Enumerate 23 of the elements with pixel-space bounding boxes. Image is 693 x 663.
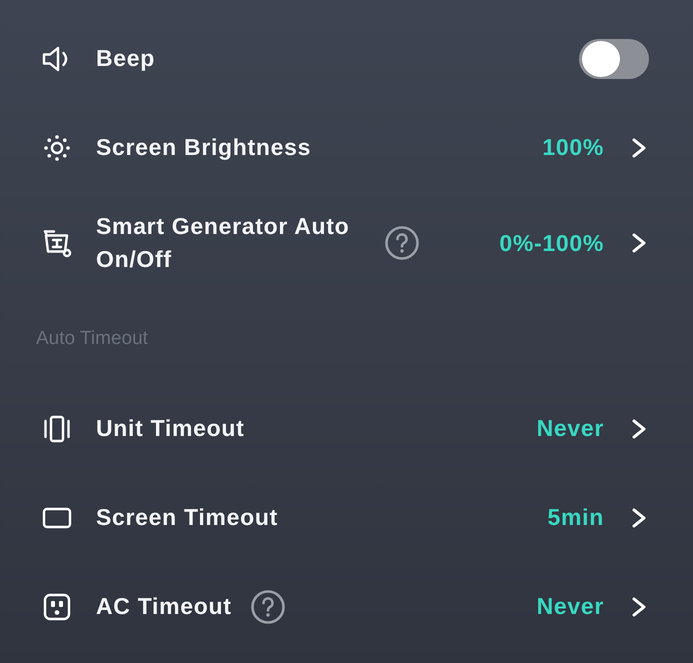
chevron-right-icon[interactable] [631,136,647,158]
setting-value: 5min [548,503,604,532]
setting-label: Screen Brightness [96,133,312,162]
setting-value: 0%-100% [499,228,604,258]
chevron-right-icon[interactable] [631,232,647,254]
setting-value: Never [536,414,604,443]
device-icon [42,414,72,444]
help-icon[interactable] [250,588,286,624]
chevron-right-icon[interactable] [631,506,647,528]
help-icon[interactable] [384,225,420,261]
setting-label: Screen Timeout [96,503,278,532]
setting-label: AC Timeout [96,592,232,621]
outlet-icon [42,592,72,622]
setting-label: Smart Generator Auto On/Off [96,212,350,274]
toggle-switch[interactable] [579,38,649,78]
sun-icon [42,132,72,162]
setting-label: Beep [96,44,156,73]
setting-value: 100% [542,133,604,162]
setting-label: Unit Timeout [96,414,245,443]
generator-icon [42,228,72,258]
chevron-right-icon[interactable] [631,596,647,618]
setting-value: Never [536,592,604,621]
chevron-right-icon[interactable] [631,418,647,440]
